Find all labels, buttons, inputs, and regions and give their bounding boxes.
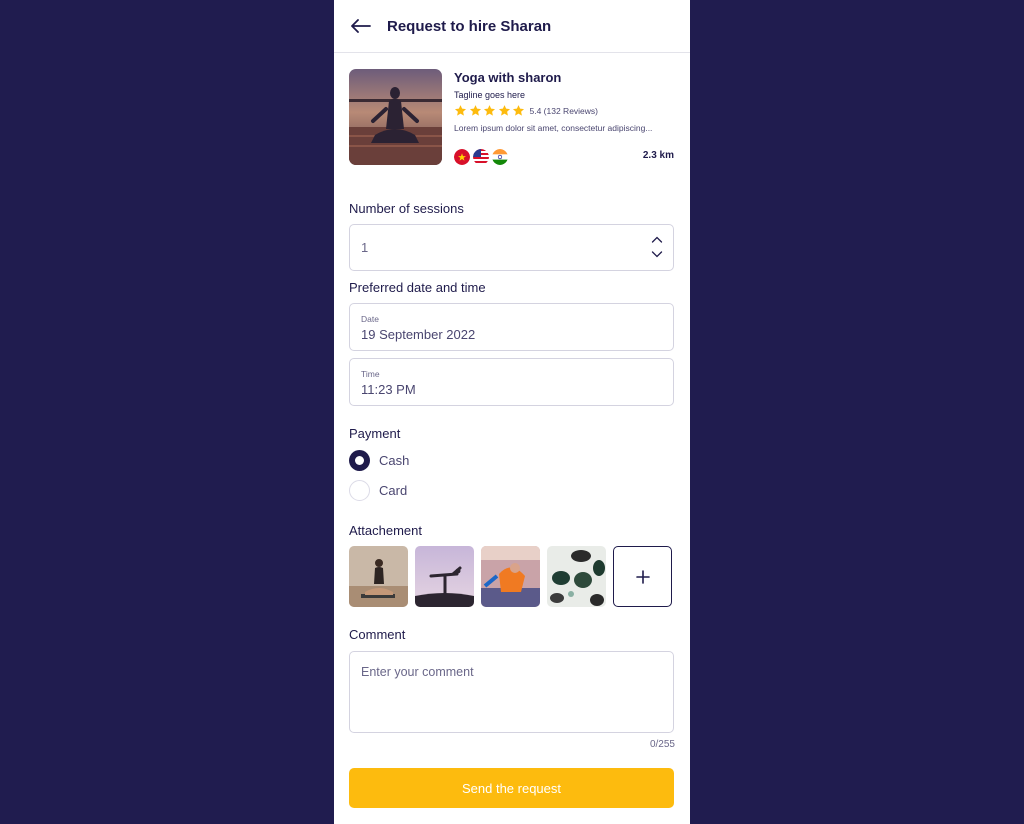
attachment-thumbnail[interactable] — [349, 546, 408, 607]
back-button[interactable] — [349, 14, 373, 38]
attachment-thumbnail[interactable] — [547, 546, 606, 607]
sessions-stepper[interactable]: 1 — [349, 224, 674, 271]
mobile-screen: Request to hire Sharan Yoga with sharon … — [334, 0, 690, 824]
comment-label: Comment — [349, 627, 406, 642]
star-icon — [498, 105, 510, 116]
plus-icon — [635, 569, 650, 584]
vietnam-flag-icon — [454, 149, 470, 165]
datetime-label: Preferred date and time — [349, 280, 486, 295]
send-request-button[interactable]: Send the request — [349, 768, 674, 808]
add-attachment-button[interactable] — [613, 546, 672, 607]
comment-char-counter: 0/255 — [649, 739, 675, 750]
trainer-photo — [349, 69, 442, 165]
usa-flag-icon — [473, 149, 489, 165]
payment-option-card[interactable]: Card — [349, 480, 407, 501]
payment-option-cash[interactable]: Cash — [349, 450, 409, 471]
trainer-name: Yoga with sharon — [454, 70, 562, 85]
language-flags — [454, 149, 508, 165]
sessions-value[interactable]: 1 — [361, 240, 368, 255]
star-icon — [512, 105, 525, 116]
time-label: Time — [361, 369, 380, 379]
star-icon — [483, 105, 496, 116]
page-title: Request to hire Sharan — [387, 17, 552, 35]
arrow-left-icon — [351, 19, 371, 33]
comment-placeholder: Enter your comment — [361, 665, 474, 679]
attachment-thumbnail[interactable] — [481, 546, 540, 607]
payment-option-label: Cash — [379, 453, 410, 468]
attachment-thumbnail[interactable] — [415, 546, 474, 607]
distance: 2.3 km — [642, 150, 674, 161]
time-value[interactable]: 11:23 PM — [361, 382, 416, 397]
rating: 5.4 (132 Reviews) — [454, 104, 598, 117]
time-field[interactable]: Time 11:23 PM — [349, 358, 674, 406]
trainer-description: Lorem ipsum dolor sit amet, consectetur … — [454, 123, 653, 133]
attachment-label: Attachement — [349, 523, 422, 538]
sessions-label: Number of sessions — [349, 201, 464, 216]
stepper-controls — [651, 235, 663, 259]
date-field[interactable]: Date 19 September 2022 — [349, 303, 674, 351]
attachment-list — [349, 546, 672, 607]
india-flag-icon — [492, 149, 508, 165]
date-label: Date — [361, 314, 379, 324]
app-header: Request to hire Sharan — [334, 0, 690, 53]
comment-textarea[interactable]: Enter your comment — [349, 651, 674, 733]
star-icon — [469, 105, 481, 116]
rating-text: 5.4 (132 Reviews) — [529, 105, 599, 116]
star-icon — [454, 105, 467, 116]
trainer-tagline: Tagline goes here — [454, 90, 526, 100]
radio-selected-icon[interactable] — [349, 450, 370, 471]
payment-label: Payment — [349, 426, 401, 441]
chevron-up-icon[interactable] — [651, 235, 663, 245]
date-value[interactable]: 19 September 2022 — [361, 327, 475, 342]
chevron-down-icon[interactable] — [651, 249, 663, 259]
radio-unselected-icon[interactable] — [349, 480, 370, 501]
payment-option-label: Card — [379, 483, 408, 498]
